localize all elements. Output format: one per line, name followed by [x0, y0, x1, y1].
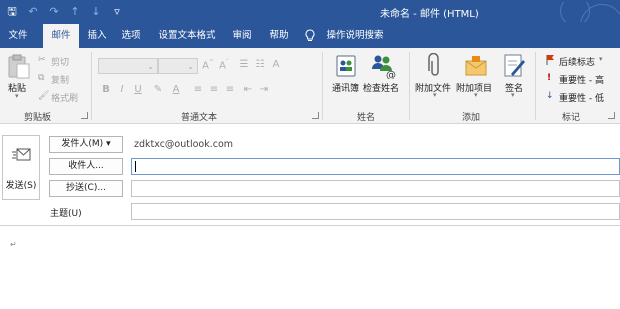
quick-access-toolbar: 🖫 ↶ ↷ ↑ ↓ ▿ [6, 4, 123, 20]
window-title: 未命名 - 邮件 (HTML) [380, 9, 479, 20]
ribbon-tab-bar: 文件 邮件 插入 选项 设置文本格式 审阅 帮助 操作说明搜索 [0, 24, 620, 48]
check-names-button[interactable]: 检查姓名 [363, 81, 399, 94]
flag-icon [546, 55, 554, 65]
title-bar: 🖫 ↶ ↷ ↑ ↓ ▿ 未命名 - 邮件 (HTML) [0, 0, 620, 24]
high-importance-button[interactable]: 重要性 - 高 [559, 73, 604, 86]
tab-help[interactable]: 帮助 [264, 24, 294, 48]
paste-dropdown-icon[interactable]: ▾ [15, 92, 19, 100]
subject-field[interactable] [131, 203, 620, 220]
clipboard-launcher-icon[interactable] [81, 112, 88, 119]
underline-icon[interactable]: U [132, 84, 144, 95]
numbering-icon[interactable]: ☷ [254, 59, 266, 70]
format-painter-button[interactable]: 格式刷 [51, 91, 78, 104]
signature-dropdown-icon[interactable]: ▾ [511, 91, 515, 99]
low-importance-button[interactable]: 重要性 - 低 [559, 91, 604, 104]
cc-field[interactable] [131, 180, 620, 197]
to-field[interactable] [131, 158, 620, 175]
basic-text-group-label: 普通文本 [181, 113, 218, 123]
address-book-icon[interactable] [334, 54, 358, 78]
signature-icon[interactable] [503, 53, 525, 79]
lightbulb-icon [305, 29, 315, 41]
to-button[interactable]: 收件人... [49, 158, 123, 175]
decrease-indent-icon[interactable]: ⇤ [242, 84, 254, 95]
from-button-label: 发件人(M) [61, 139, 104, 149]
tags-group-label: 标记 [562, 113, 581, 123]
tell-me-search[interactable]: 操作说明搜索 [322, 24, 388, 48]
customize-qat-icon[interactable]: ▿ [111, 4, 123, 20]
shrink-font-icon[interactable]: Aˇ [218, 59, 230, 71]
italic-icon[interactable]: I [116, 84, 128, 95]
align-center-icon[interactable]: ≡ [208, 84, 220, 95]
previous-item-icon[interactable]: ↑ [69, 4, 81, 20]
undo-icon[interactable]: ↶ [27, 4, 39, 20]
send-button[interactable]: 发送(S) [2, 135, 40, 200]
check-names-icon[interactable]: @ [370, 53, 396, 79]
align-left-icon[interactable]: ≡ [192, 84, 204, 95]
tab-file[interactable]: 文件 [3, 24, 33, 48]
tags-launcher-icon[interactable] [608, 112, 615, 119]
tab-insert[interactable]: 插入 [82, 24, 112, 48]
follow-up-button[interactable]: 后续标志 [559, 55, 595, 68]
high-importance-icon: ! [547, 73, 552, 83]
next-item-icon[interactable]: ↓ [90, 4, 102, 20]
font-size-dropdown[interactable]: ⌄ [158, 58, 198, 74]
from-button[interactable]: 发件人(M) ▾ [49, 136, 123, 153]
redo-icon[interactable]: ↷ [48, 4, 60, 20]
paragraph-mark: ↵ [10, 240, 17, 249]
text-cursor [135, 161, 136, 172]
increase-indent-icon[interactable]: ⇥ [258, 84, 270, 95]
bullets-icon[interactable]: ☰ [238, 59, 250, 70]
send-label: 发送(S) [5, 181, 37, 191]
basic-text-launcher-icon[interactable] [312, 112, 319, 119]
send-icon [12, 148, 31, 161]
save-icon[interactable]: 🖫 [6, 4, 18, 20]
align-right-icon[interactable]: ≡ [224, 84, 236, 95]
from-address: zdktxc@outlook.com [134, 139, 234, 150]
ribbon: 粘贴 ▾ ✂ 剪切 ⧉ 复制 🖌 格式刷 剪贴板 ⌄ ⌄ A^ Aˇ ☰ ☷ A… [0, 48, 620, 124]
clear-formatting-icon[interactable]: A [270, 59, 282, 70]
copy-icon[interactable]: ⧉ [38, 73, 44, 83]
font-name-dropdown[interactable]: ⌄ [98, 58, 158, 74]
bold-icon[interactable]: B [100, 84, 112, 95]
format-painter-icon[interactable]: 🖌 [38, 91, 49, 101]
follow-up-dropdown-icon[interactable]: ▾ [599, 55, 603, 63]
paperclip-icon[interactable] [427, 53, 443, 79]
subject-label: 主题(U) [50, 209, 82, 219]
address-book-button[interactable]: 通讯簿 [332, 81, 359, 94]
highlight-icon[interactable]: ✎ [152, 84, 164, 95]
cut-icon[interactable]: ✂ [38, 55, 46, 65]
copy-button[interactable]: 复制 [51, 73, 69, 86]
svg-text:@: @ [386, 70, 396, 79]
clipboard-group-label: 剪贴板 [24, 113, 52, 123]
from-dropdown-icon: ▾ [106, 139, 111, 149]
attach-file-dropdown-icon[interactable]: ▾ [433, 91, 437, 99]
cut-button[interactable]: 剪切 [51, 55, 69, 68]
tab-format-text[interactable]: 设置文本格式 [154, 24, 220, 48]
title-decoration [556, 2, 620, 22]
include-group-label: 添加 [462, 113, 481, 123]
tab-message[interactable]: 邮件 [43, 24, 79, 48]
cc-button[interactable]: 抄送(C)... [49, 180, 123, 197]
message-body[interactable]: ↵ [0, 225, 620, 309]
grow-font-icon[interactable]: A^ [202, 59, 214, 71]
tab-options[interactable]: 选项 [116, 24, 146, 48]
attach-item-dropdown-icon[interactable]: ▾ [474, 91, 478, 99]
names-group-label: 姓名 [357, 113, 376, 123]
low-importance-icon: ↓ [546, 91, 554, 101]
attach-item-icon[interactable] [464, 54, 488, 78]
tab-review[interactable]: 审阅 [227, 24, 257, 48]
paste-icon[interactable] [8, 54, 30, 80]
font-color-icon[interactable]: A [170, 84, 182, 95]
